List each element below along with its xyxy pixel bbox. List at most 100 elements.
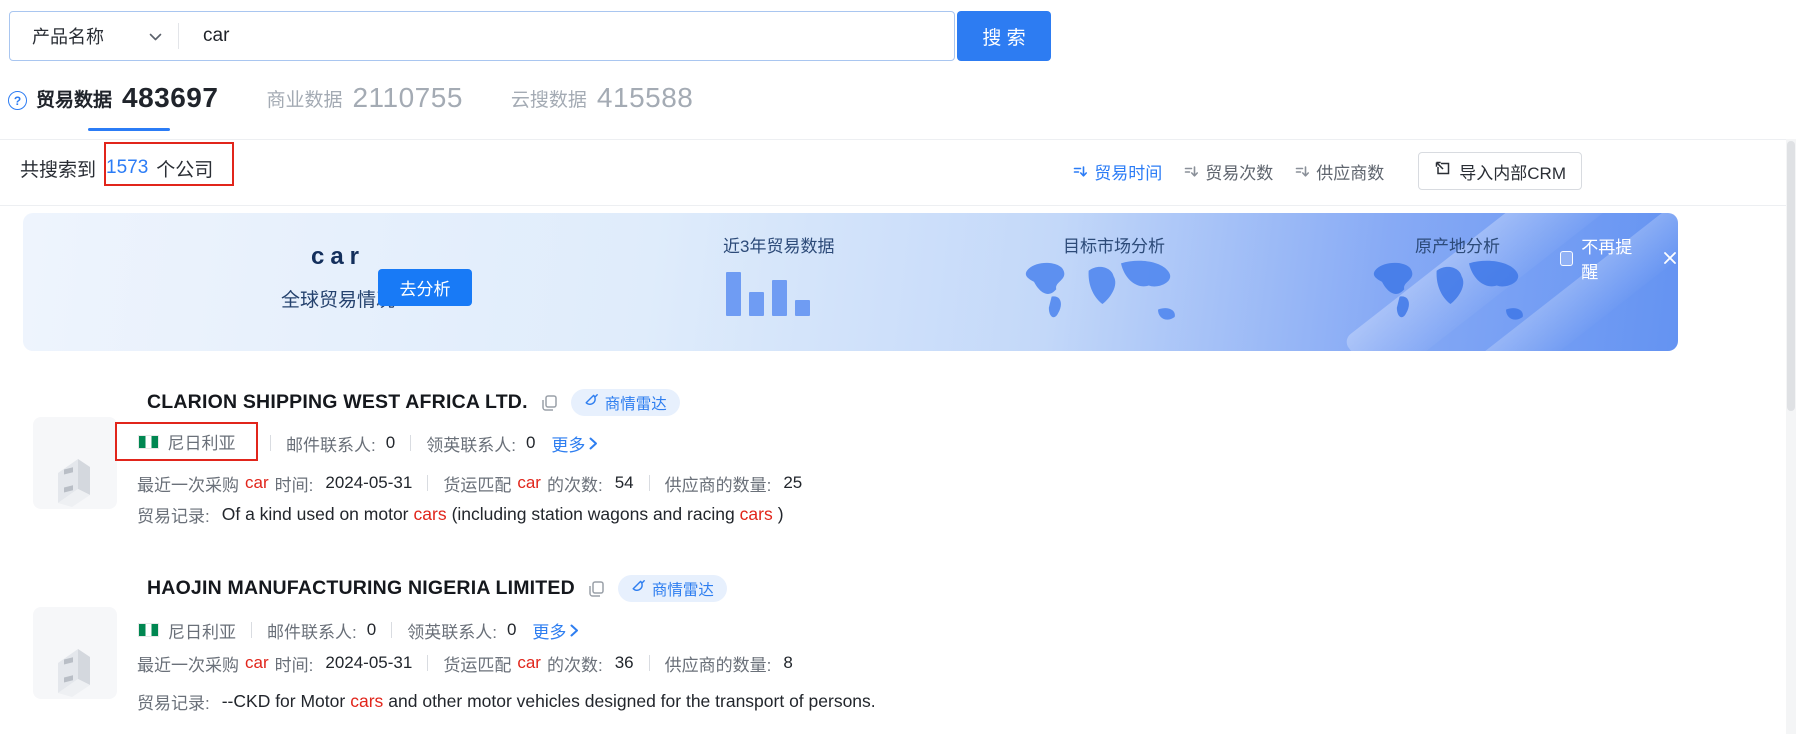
more-label: 更多 — [532, 618, 566, 643]
help-icon[interactable]: ? — [8, 91, 27, 110]
divider — [410, 435, 411, 451]
search-bar: 产品名称 — [9, 11, 955, 61]
tab-business-data[interactable]: 商业数据 2110755 — [266, 82, 462, 114]
building-icon — [42, 635, 108, 699]
sort-icon — [1073, 164, 1088, 179]
world-map-icon — [1358, 251, 1543, 346]
divider — [649, 655, 650, 671]
match-count-label: 货运匹配 — [443, 651, 511, 676]
last-purchase-label: 最近一次采购 — [137, 471, 239, 496]
bar — [726, 272, 741, 316]
contact-row: 尼日利亚 邮件联系人: 0 领英联系人: 0 更多 — [138, 617, 579, 643]
tab-count: 415588 — [597, 82, 693, 114]
results-summary-suffix: 个公司 — [156, 155, 213, 182]
last-purchase-date: 2024-05-31 — [325, 473, 412, 493]
supplier-count-value: 8 — [783, 653, 792, 673]
linkedin-contacts-value: 0 — [526, 433, 535, 453]
keyword-highlight: cars — [350, 691, 383, 712]
sort-label: 贸易次数 — [1205, 159, 1273, 184]
last-purchase-label: 最近一次采购 — [137, 651, 239, 676]
scrollbar-thumb[interactable] — [1787, 141, 1795, 411]
supplier-count-label: 供应商的数量: — [665, 651, 772, 676]
sort-trade-count[interactable]: 贸易次数 — [1184, 159, 1273, 184]
trade-record-text: --CKD for Motor — [222, 691, 345, 712]
bar — [772, 280, 787, 316]
linkedin-contacts-value: 0 — [507, 620, 516, 640]
sort-icon — [1295, 164, 1310, 179]
divider — [270, 435, 271, 451]
company-name[interactable]: HAOJIN MANUFACTURING NIGERIA LIMITED — [147, 577, 575, 600]
tab-cloud-data[interactable]: 云搜数据 415588 — [511, 82, 693, 114]
more-label: 更多 — [551, 431, 585, 456]
tab-label: 贸易数据 — [36, 85, 112, 112]
linkedin-contacts-label: 领英联系人: — [426, 431, 516, 456]
nigeria-flag-icon — [138, 623, 159, 637]
match-count-label-suffix: 的次数: — [547, 471, 603, 496]
divider — [251, 622, 252, 638]
nigeria-flag-icon — [138, 435, 159, 449]
results-summary-prefix: 共搜索到 — [20, 155, 96, 182]
more-link[interactable]: 更多 — [551, 431, 598, 456]
dismiss-checkbox[interactable] — [1560, 251, 1573, 266]
supplier-count-value: 25 — [783, 473, 802, 493]
keyword-highlight: car — [517, 653, 541, 673]
company-logo-placeholder — [33, 607, 117, 699]
linkedin-contacts-label: 领英联系人: — [407, 618, 497, 643]
import-crm-label: 导入内部CRM — [1459, 159, 1566, 184]
trade-record-label: 贸易记录: — [137, 689, 210, 714]
radar-badge-label: 商情雷达 — [605, 392, 667, 414]
analyze-button[interactable]: 去分析 — [378, 269, 472, 306]
last-purchase-label-suffix: 时间: — [275, 651, 314, 676]
sort-label: 供应商数 — [1316, 159, 1384, 184]
bar — [795, 300, 810, 316]
chevron-down-icon — [149, 26, 162, 47]
email-contacts-label: 邮件联系人: — [267, 618, 357, 643]
trade-record-label: 贸易记录: — [137, 502, 210, 527]
tab-trade-data[interactable]: 贸易数据 483697 — [36, 82, 218, 114]
country-label: 尼日利亚 — [168, 618, 236, 643]
email-contacts-value: 0 — [386, 433, 395, 453]
chevron-right-icon — [570, 624, 579, 637]
trade-record-text: (including station wagons and racing — [452, 504, 735, 525]
company-name[interactable]: CLARION SHIPPING WEST AFRICA LTD. — [147, 391, 528, 414]
chevron-right-icon — [589, 437, 598, 450]
building-icon — [42, 445, 108, 509]
business-radar-badge[interactable]: 商情雷达 — [571, 389, 680, 416]
tab-label: 商业数据 — [266, 85, 342, 112]
close-icon[interactable] — [1662, 250, 1678, 266]
keyword-highlight: cars — [414, 504, 447, 525]
keyword-highlight: car — [245, 473, 269, 493]
company-header-row: HAOJIN MANUFACTURING NIGERIA LIMITED 商情雷… — [147, 575, 727, 602]
tab-count: 483697 — [122, 82, 218, 114]
sort-supplier-count[interactable]: 供应商数 — [1295, 159, 1384, 184]
trade-record-row: 贸易记录: --CKD for Motor cars and other mot… — [137, 688, 876, 714]
import-crm-button[interactable]: 导入内部CRM — [1418, 152, 1582, 190]
result-tabs: 贸易数据 483697 商业数据 2110755 云搜数据 415588 — [36, 80, 693, 116]
banner-dismiss-group: 不再提醒 — [1560, 233, 1678, 283]
country-label: 尼日利亚 — [168, 429, 236, 454]
copy-icon[interactable] — [541, 394, 558, 412]
banner-recent-trade-title: 近3年贸易数据 — [723, 232, 834, 257]
keyword-highlight: cars — [740, 504, 773, 525]
trade-record-text: Of a kind used on motor — [222, 504, 409, 525]
company-logo-placeholder — [33, 417, 117, 509]
trade-record-text: and other motor vehicles designed for th… — [388, 691, 875, 712]
copy-icon[interactable] — [588, 580, 605, 598]
trade-stats-row: 最近一次采购 car 时间: 2024-05-31 货运匹配 car 的次数: … — [137, 650, 793, 676]
search-button[interactable]: 搜 索 — [957, 11, 1051, 61]
match-count-value: 54 — [615, 473, 634, 493]
sort-trade-time[interactable]: 贸易时间 — [1073, 159, 1162, 184]
contact-row: 邮件联系人: 0 领英联系人: 0 更多 — [270, 430, 598, 456]
supplier-count-label: 供应商的数量: — [665, 471, 772, 496]
trade-record-row: 贸易记录: Of a kind used on motor cars (incl… — [137, 501, 784, 527]
search-field-select[interactable]: 产品名称 — [10, 12, 178, 60]
last-purchase-label-suffix: 时间: — [275, 471, 314, 496]
bar-chart-icon — [726, 270, 810, 316]
more-link[interactable]: 更多 — [532, 618, 579, 643]
search-input[interactable] — [179, 12, 954, 60]
import-icon — [1434, 160, 1451, 182]
sort-icon — [1184, 164, 1199, 179]
keyword-highlight: car — [245, 653, 269, 673]
business-radar-badge[interactable]: 商情雷达 — [618, 575, 727, 602]
divider — [391, 622, 392, 638]
